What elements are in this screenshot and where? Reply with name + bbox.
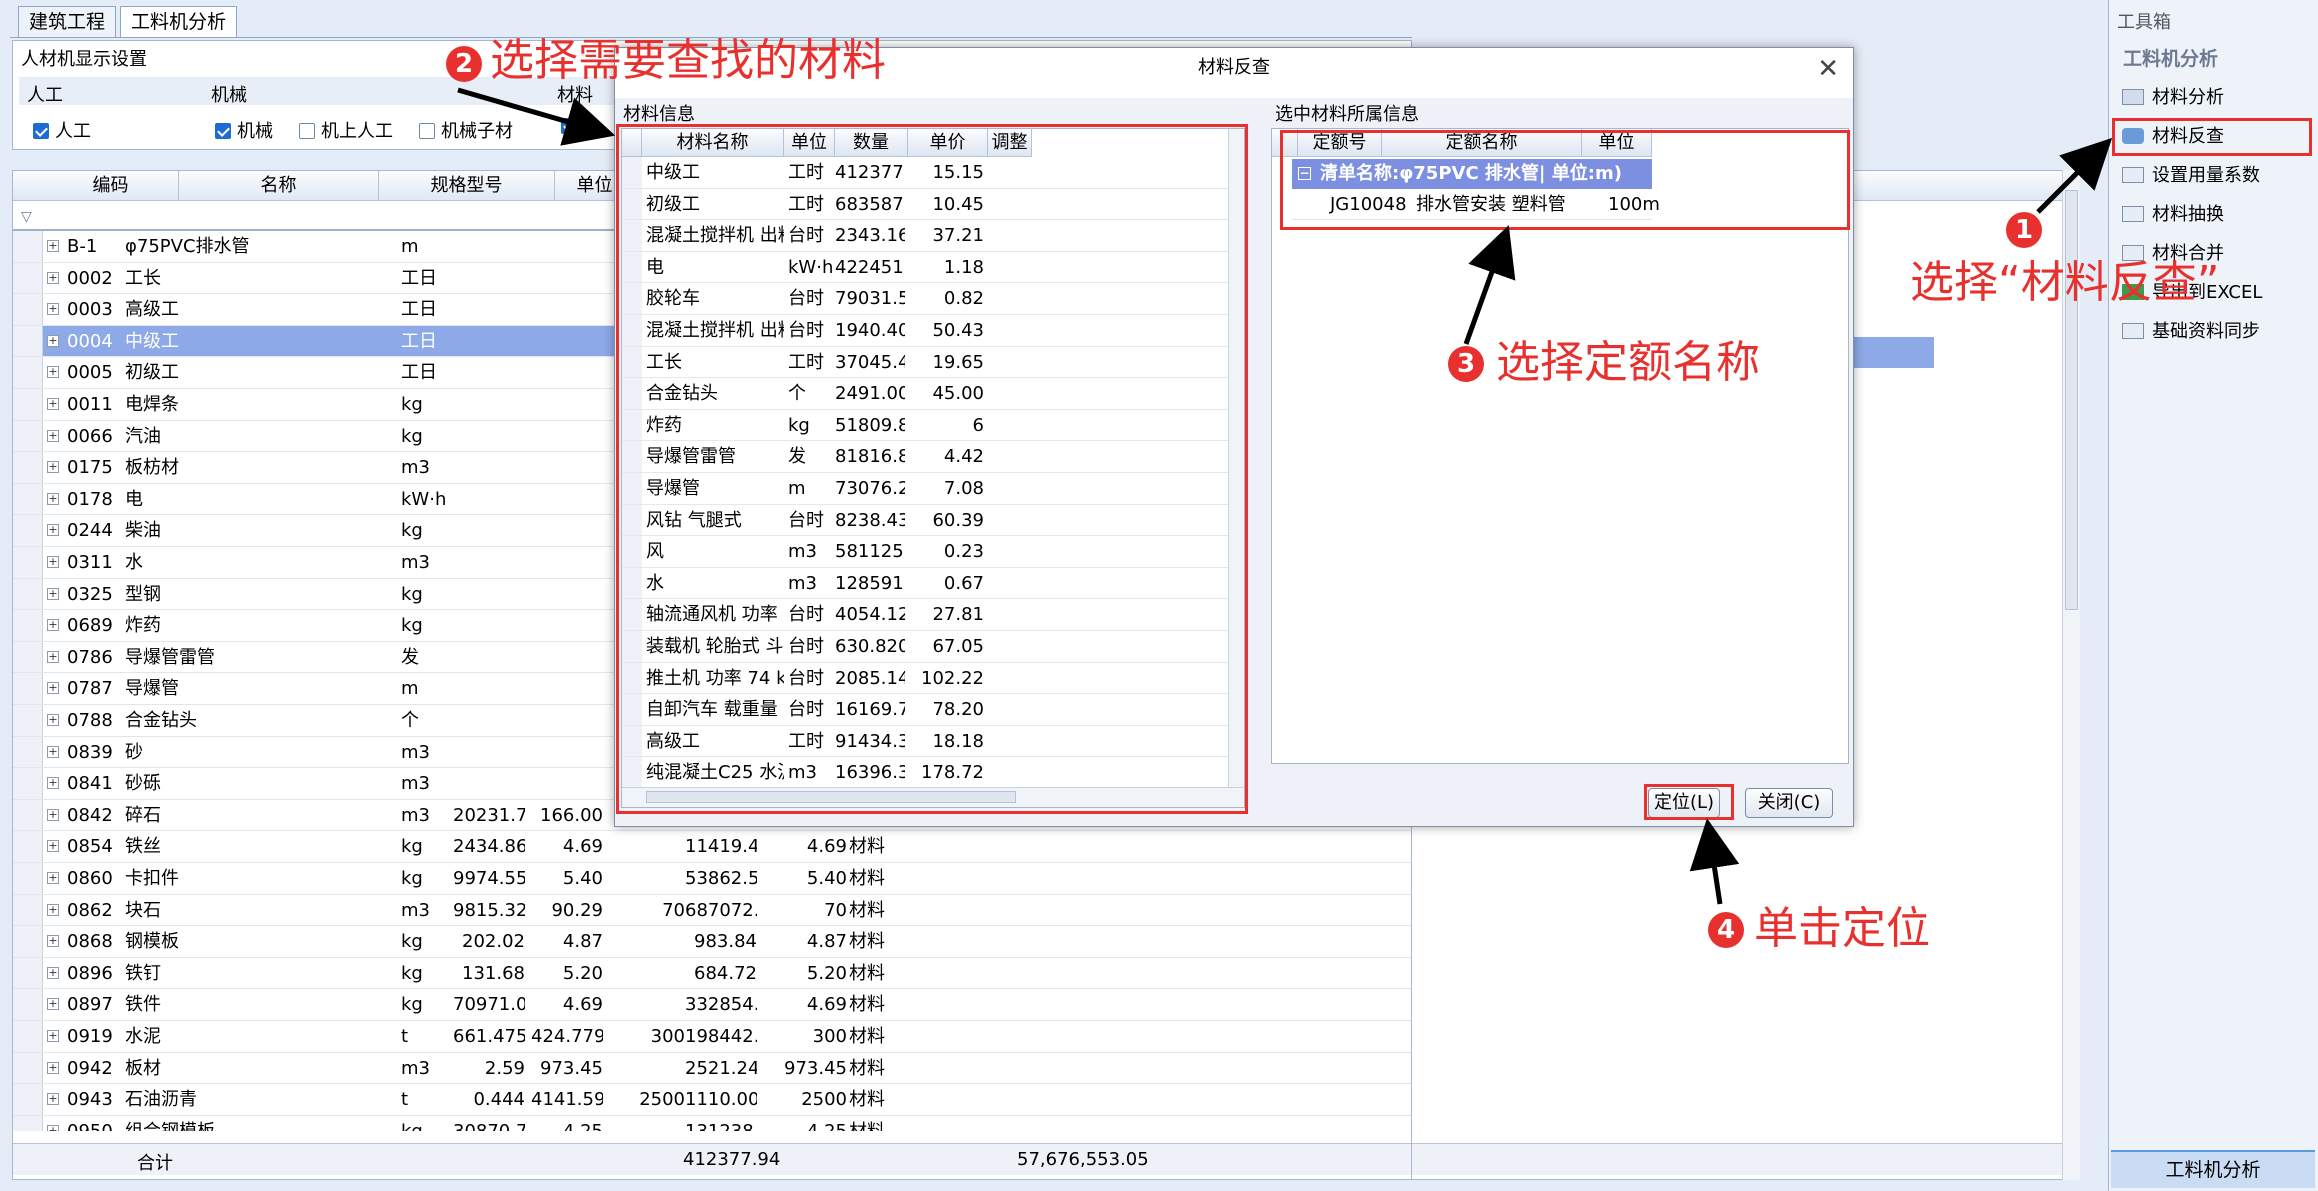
arrow-4 — [1689, 818, 1740, 905]
annotation-arrows — [457, 87, 2113, 905]
step-1-text: 选择“材料反查” — [1910, 257, 2220, 308]
arrow-2 — [457, 87, 616, 146]
step-3-badge: 3 — [1448, 346, 1484, 382]
step-2-badge: 2 — [446, 46, 482, 82]
arrow-3 — [1463, 225, 1516, 345]
step-2-text: 选择需要查找的材料 — [490, 35, 886, 86]
arrow-1 — [2036, 137, 2113, 214]
step-3-text: 选择定额名称 — [1496, 337, 1760, 388]
step-4-text: 单击定位 — [1754, 903, 1930, 954]
step-4-badge: 4 — [1708, 912, 1744, 948]
step-1-badge: 1 — [2006, 212, 2042, 248]
